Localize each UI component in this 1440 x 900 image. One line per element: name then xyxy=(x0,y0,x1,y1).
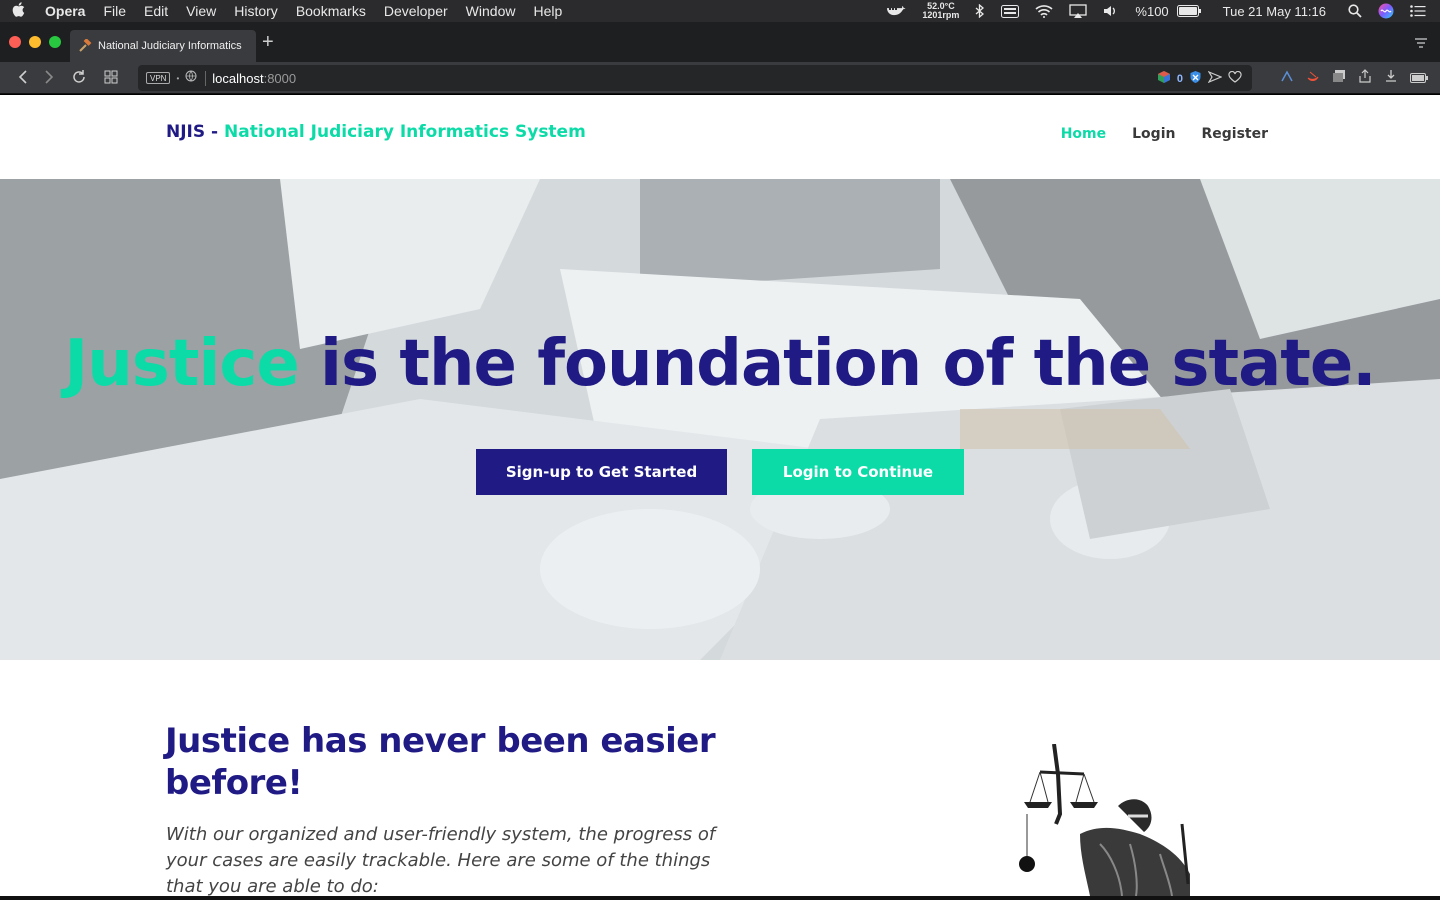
adblock-count: 0 xyxy=(1176,72,1183,85)
send-icon[interactable] xyxy=(1207,70,1223,86)
list-icon[interactable] xyxy=(1410,5,1426,17)
brand-short: NJIS - xyxy=(166,122,225,142)
swift-icon[interactable] xyxy=(1306,69,1320,88)
menu-history[interactable]: History xyxy=(225,0,287,22)
menu-window[interactable]: Window xyxy=(457,0,525,22)
extension-icon[interactable] xyxy=(1280,69,1294,88)
url-text[interactable]: localhost:8000 xyxy=(205,70,297,86)
vpn-badge[interactable]: VPN xyxy=(146,72,171,84)
download-icon[interactable] xyxy=(1384,69,1398,88)
hero-title-rest: is the foundation of the state. xyxy=(298,327,1377,401)
signup-button[interactable]: Sign-up to Get Started xyxy=(476,449,727,495)
gavel-favicon-icon xyxy=(79,39,92,52)
reload-icon[interactable] xyxy=(70,68,88,86)
hero-title: Justice is the foundation of the state. xyxy=(0,327,1440,401)
cube-extension-icon[interactable] xyxy=(1157,70,1171,87)
url-port: :8000 xyxy=(263,70,297,86)
login-button[interactable]: Login to Continue xyxy=(752,449,964,495)
airplay-icon[interactable] xyxy=(1069,4,1088,18)
new-tab-button[interactable]: + xyxy=(262,32,274,52)
close-window-button[interactable] xyxy=(9,36,21,48)
url-right-icons: 0 xyxy=(1157,70,1242,87)
browser-tools xyxy=(1280,69,1428,88)
menu-help[interactable]: Help xyxy=(524,0,571,22)
clock[interactable]: Tue 21 May 11:16 xyxy=(1223,4,1326,19)
share-icon[interactable] xyxy=(1358,69,1372,88)
battery-status-icon[interactable] xyxy=(1410,70,1428,88)
fan-speed-value: 1201rpm xyxy=(922,10,960,20)
shield-icon[interactable] xyxy=(1189,70,1202,87)
volume-icon[interactable] xyxy=(1103,4,1119,18)
search-icon[interactable] xyxy=(1348,4,1362,18)
menu-edit[interactable]: Edit xyxy=(135,0,177,22)
globe-icon[interactable] xyxy=(185,69,197,87)
hero-section: Justice is the foundation of the state. … xyxy=(0,179,1440,660)
hero-title-highlight: Justice xyxy=(64,327,299,401)
web-page: NJIS - National Judiciary Informatics Sy… xyxy=(0,95,1440,896)
bottom-edge xyxy=(0,896,1440,900)
nav-register-link[interactable]: Register xyxy=(1201,126,1268,142)
browser-tab-active[interactable]: National Judiciary Informatics xyxy=(70,30,256,62)
nav-login-link[interactable]: Login xyxy=(1132,126,1175,142)
zoom-window-button[interactable] xyxy=(49,36,61,48)
site-nav: Home Login Register xyxy=(1061,126,1268,142)
grid-icon[interactable] xyxy=(102,68,120,86)
snapshot-icon[interactable] xyxy=(1332,69,1346,88)
battery-percent: %100 xyxy=(1135,3,1169,19)
browser-tab-bar: National Judiciary Informatics + xyxy=(0,22,1440,62)
siri-icon[interactable] xyxy=(1378,3,1394,19)
heart-icon[interactable] xyxy=(1228,70,1242,86)
macos-menubar: Opera File Edit View History Bookmarks D… xyxy=(0,0,1440,22)
menu-bookmarks[interactable]: Bookmarks xyxy=(287,0,375,22)
apple-icon[interactable] xyxy=(0,1,36,21)
battery-icon[interactable] xyxy=(1176,5,1201,17)
brand-long: National Judiciary Informatics System xyxy=(224,122,586,142)
tab-menu-icon[interactable] xyxy=(1414,36,1428,54)
bluetooth-icon[interactable] xyxy=(975,4,985,18)
nav-home-link[interactable]: Home xyxy=(1061,126,1106,142)
scales-of-justice-statue xyxy=(1019,744,1190,896)
features-section: Justice has never been easier before! Wi… xyxy=(0,660,1440,896)
site-header: NJIS - National Judiciary Informatics Sy… xyxy=(0,95,1440,179)
browser-toolbar: VPN • localhost:8000 0 xyxy=(0,62,1440,94)
minimize-window-button[interactable] xyxy=(29,36,41,48)
url-host: localhost xyxy=(212,70,264,86)
wifi-icon[interactable] xyxy=(1035,4,1053,18)
menu-view[interactable]: View xyxy=(177,0,225,22)
tab-title: National Judiciary Informatics xyxy=(98,40,242,52)
menu-file[interactable]: File xyxy=(94,0,135,22)
forward-icon[interactable] xyxy=(40,68,58,86)
features-description: With our organized and user-friendly sys… xyxy=(166,824,716,896)
temperature-readout: 52.0°C 1201rpm xyxy=(922,2,959,20)
back-icon[interactable] xyxy=(14,68,32,86)
features-title: Justice has never been easier before! xyxy=(165,721,716,803)
site-brand[interactable]: NJIS - National Judiciary Informatics Sy… xyxy=(166,122,586,142)
menu-developer[interactable]: Developer xyxy=(375,0,457,22)
separator-dot: • xyxy=(176,73,180,83)
keyboard-icon[interactable] xyxy=(1001,4,1020,18)
menu-app-name[interactable]: Opera xyxy=(36,0,94,22)
hero-overlay xyxy=(0,179,1440,660)
docker-icon[interactable] xyxy=(886,4,906,18)
address-bar[interactable]: VPN • localhost:8000 0 xyxy=(138,65,1252,91)
